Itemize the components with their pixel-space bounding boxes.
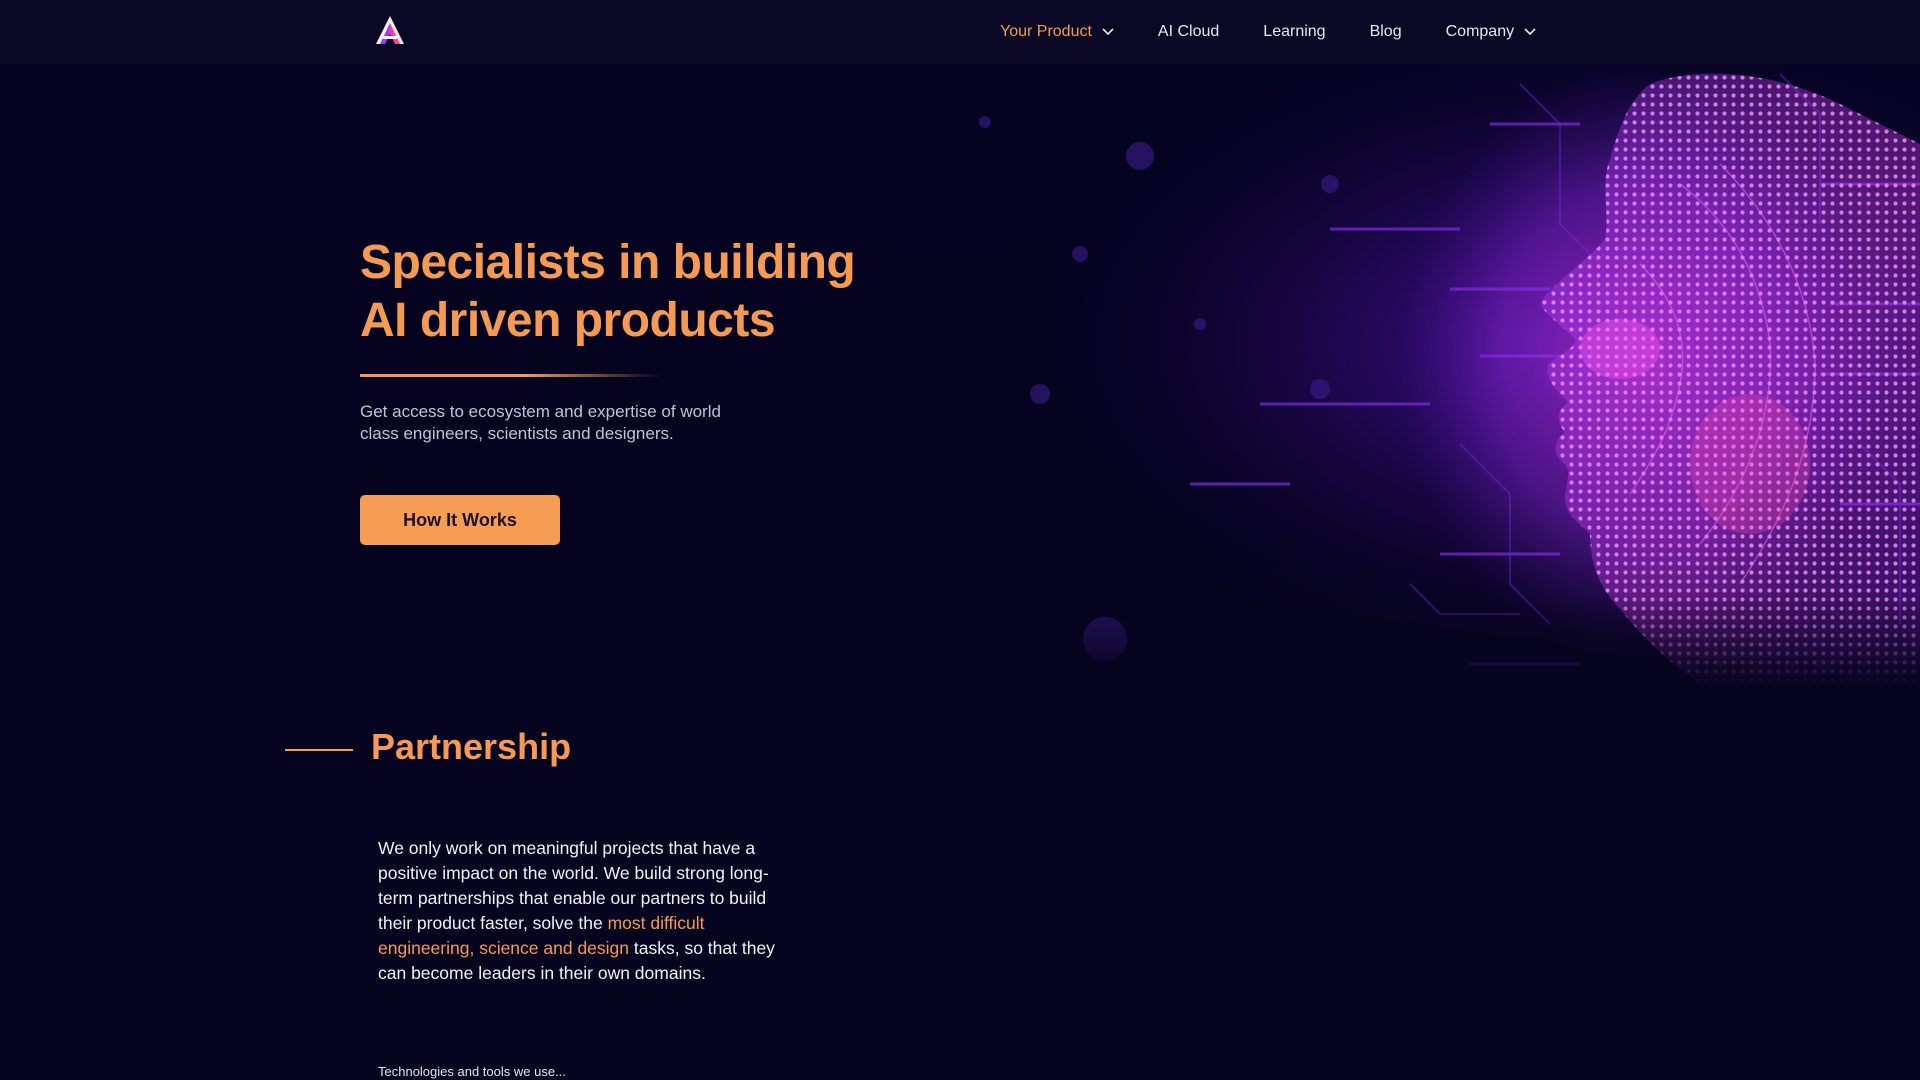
hero-fade (0, 594, 1920, 684)
triangle-a-logo-icon[interactable] (374, 14, 406, 46)
how-it-works-button[interactable]: How It Works (360, 495, 560, 545)
nav-company-label: Company (1445, 23, 1515, 40)
main-nav: Your Product AI Cloud Learning Blog Comp… (1000, 0, 1580, 64)
section-title-line (285, 749, 353, 751)
hero-section (0, 64, 1920, 684)
hero-title-line1: Specialists in building (360, 236, 856, 289)
nav-company[interactable]: Company (1446, 23, 1536, 41)
partnership-body: We only work on meaningful projects that… (378, 836, 778, 986)
partnership-body-part1: We only work on meaningful projects that… (378, 838, 769, 933)
hero-title-line2: AI driven products (360, 294, 776, 347)
nav-learning-label: Learning (1263, 23, 1326, 40)
partnership-title: Partnership (371, 726, 572, 767)
chevron-down-icon (1524, 28, 1536, 36)
nav-learning[interactable]: Learning (1263, 23, 1325, 41)
site-header: Your Product AI Cloud Learning Blog Comp… (0, 0, 1920, 64)
chevron-down-icon (1102, 28, 1114, 36)
nav-your-product[interactable]: Your Product (1000, 23, 1114, 41)
hero-divider (360, 374, 660, 377)
nav-ai-cloud[interactable]: AI Cloud (1158, 23, 1219, 41)
nav-ai-cloud-label: AI Cloud (1157, 23, 1220, 40)
nav-your-product-label: Your Product (1000, 23, 1092, 40)
hero-subtitle: Get access to ecosystem and expertise of… (360, 402, 721, 443)
nav-blog-label: Blog (1369, 23, 1402, 40)
hero-title: Specialists in building AI driven produc… (360, 234, 920, 350)
technologies-note: Technologies and tools we use... (378, 1064, 566, 1079)
ai-face-illustration (820, 64, 1920, 684)
nav-blog[interactable]: Blog (1370, 23, 1402, 41)
